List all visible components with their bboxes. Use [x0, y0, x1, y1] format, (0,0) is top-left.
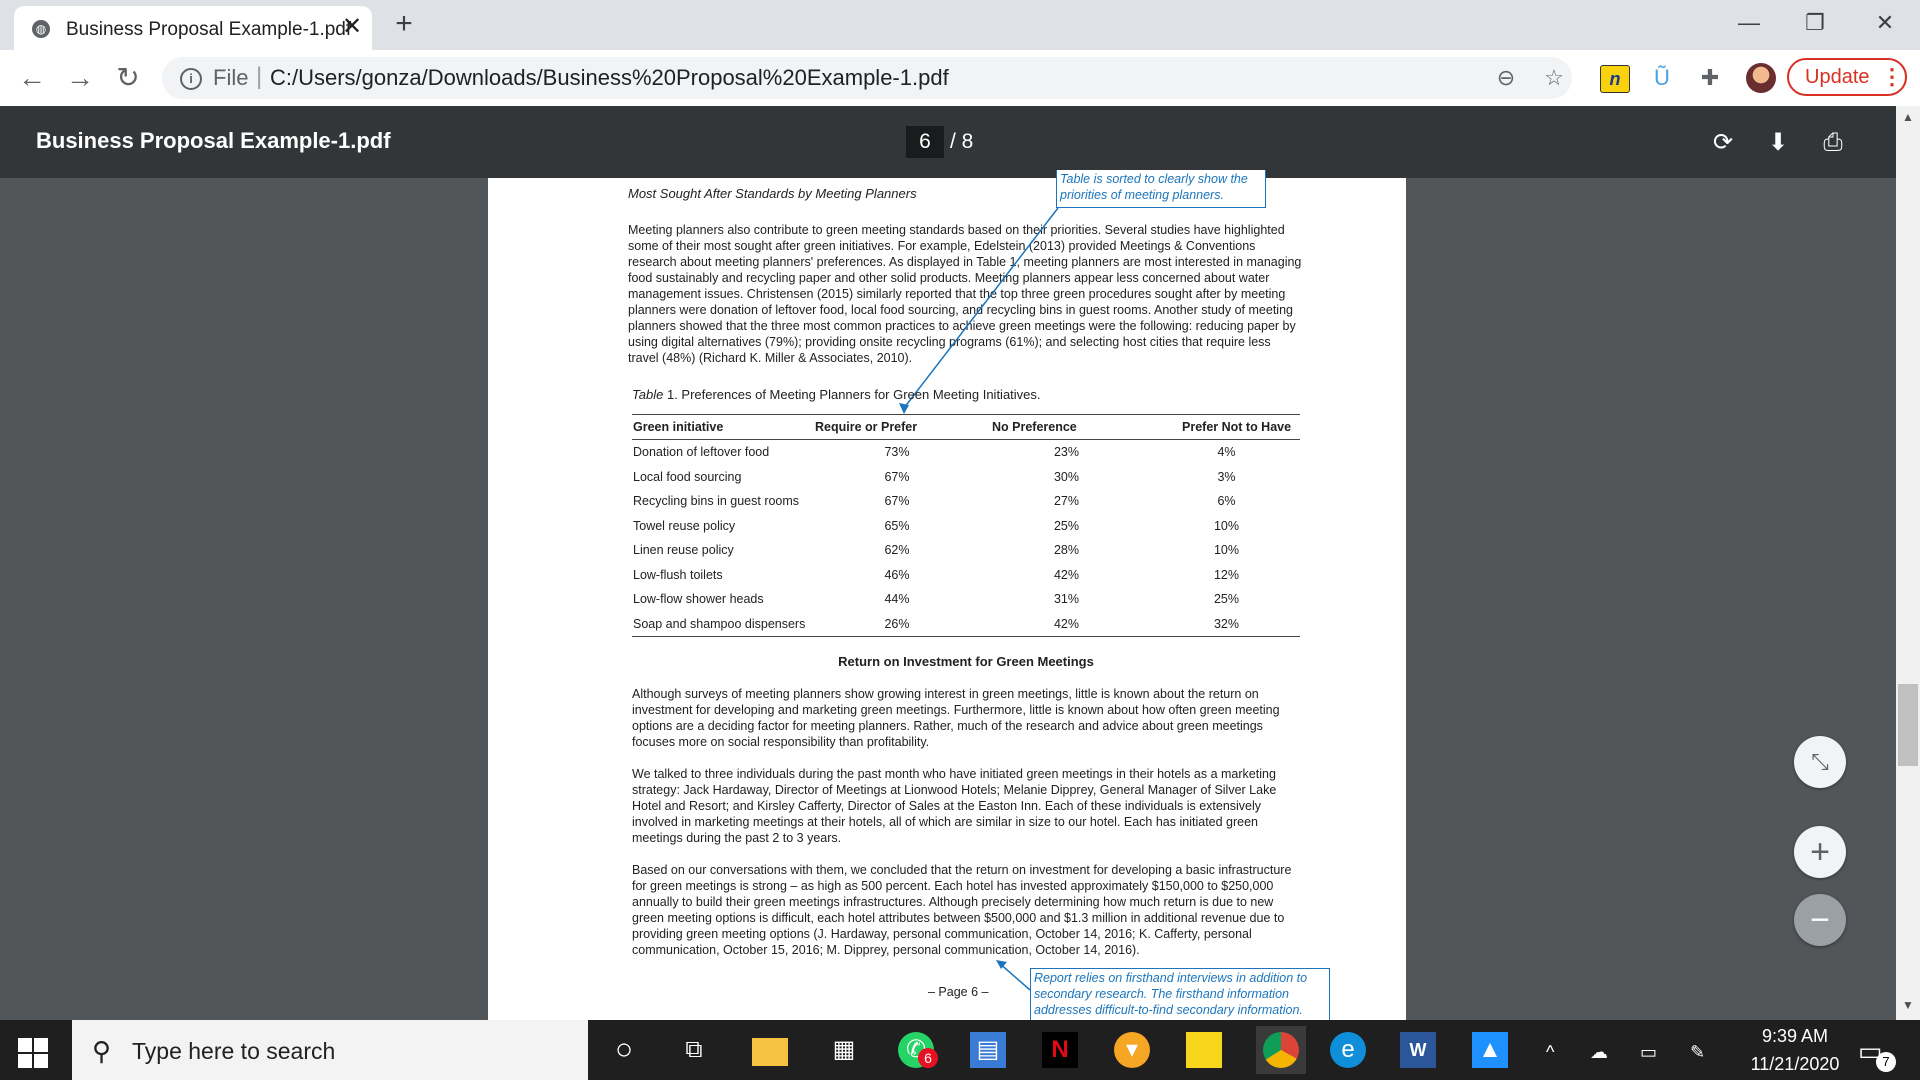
table-cell: Donation of leftover food: [633, 445, 770, 460]
file-explorer-icon[interactable]: [752, 1038, 788, 1066]
edge-icon[interactable]: e: [1330, 1032, 1366, 1068]
table-row: Recycling bins in guest rooms 67% 27% 6%: [632, 489, 1300, 514]
table-cell: 46%: [884, 567, 910, 582]
table-cell: 3%: [1217, 469, 1236, 484]
store-icon[interactable]: ▦: [826, 1032, 862, 1068]
table-cell: 10%: [1213, 518, 1240, 533]
table-cell: 10%: [1213, 543, 1240, 558]
table-cell: 23%: [1053, 445, 1080, 460]
table-cell: Recycling bins in guest rooms: [633, 494, 800, 509]
table-cell: 32%: [1152, 611, 1300, 637]
scrollbar-thumb[interactable]: [1898, 684, 1918, 766]
paragraph-2: Although surveys of meeting planners sho…: [632, 687, 1280, 749]
photos-icon[interactable]: ▲: [1472, 1032, 1508, 1068]
table-cell: Low-flush toilets: [633, 567, 723, 582]
table-header: Prefer Not to Have: [1152, 414, 1300, 440]
table-cell: 27%: [1053, 494, 1080, 509]
paragraph-4: Based on our conversations with them, we…: [632, 863, 1292, 957]
page-footer: – Page 6 –: [928, 985, 989, 999]
table-cell: 12%: [1213, 567, 1240, 582]
table-header-row: Green initiative Require or Prefer No Pr…: [632, 414, 1300, 440]
table-row: Towel reuse policy 65% 25% 10%: [632, 514, 1300, 539]
netflix-icon[interactable]: N: [1042, 1032, 1078, 1068]
table-cell: 25%: [1053, 518, 1080, 533]
table-cell: 31%: [1053, 592, 1080, 607]
table-cell: 6%: [1217, 494, 1236, 509]
table-header: Green initiative: [632, 414, 813, 440]
table-cell: 42%: [980, 611, 1152, 637]
table-row: Low-flush toilets 46% 42% 12%: [632, 563, 1300, 588]
table-cell: 44%: [884, 592, 910, 607]
table-header: No Preference: [980, 414, 1152, 440]
scroll-down-arrow-icon[interactable]: ▼: [1902, 998, 1914, 1012]
table-row: Low-flow shower heads 44% 31% 25%: [632, 587, 1300, 612]
table-caption-label: Table: [632, 387, 664, 402]
paragraph-3: We talked to three individuals during th…: [632, 767, 1277, 845]
task-view-icon[interactable]: ⧉: [676, 1032, 712, 1068]
clock-time[interactable]: 9:39 AM: [1750, 1026, 1840, 1047]
search-placeholder[interactable]: Type here to search: [132, 1038, 335, 1065]
table-row: Linen reuse policy 62% 28% 10%: [632, 538, 1300, 563]
callout-bottom-text: Report relies on firsthand interviews in…: [1034, 971, 1308, 1017]
preferences-table: Green initiative Require or Prefer No Pr…: [632, 414, 1300, 637]
table-row: Donation of leftover food 73% 23% 4%: [632, 440, 1300, 465]
clock-date[interactable]: 11/21/2020: [1740, 1054, 1850, 1075]
zoom-in-button[interactable]: +: [1794, 826, 1846, 878]
search-icon: ⚲: [92, 1036, 112, 1066]
table-cell: 67%: [884, 494, 910, 509]
table-cell: 65%: [884, 518, 910, 533]
callout-bottom: Report relies on firsthand interviews in…: [1030, 968, 1330, 1020]
table-cell: 67%: [884, 469, 910, 484]
cortana-icon[interactable]: ○: [606, 1032, 642, 1068]
table-row: Soap and shampoo dispensers 26% 42% 32%: [632, 611, 1300, 637]
table-caption-text: 1. Preferences of Meeting Planners for G…: [663, 387, 1041, 402]
tablet-icon[interactable]: ▭: [1640, 1042, 1657, 1063]
table-cell: 42%: [1053, 567, 1080, 582]
table-cell: Soap and shampoo dispensers: [632, 611, 813, 637]
table-cell: 28%: [1053, 543, 1080, 558]
sticky-notes-icon[interactable]: [1186, 1032, 1222, 1068]
windows-start-icon[interactable]: [18, 1038, 48, 1068]
table-cell: 30%: [1053, 469, 1080, 484]
scrollbar[interactable]: [1896, 106, 1920, 1020]
chrome-icon[interactable]: [1263, 1032, 1299, 1068]
table-header: Require or Prefer: [813, 414, 980, 440]
table-cell: Low-flow shower heads: [633, 592, 764, 607]
table-cell: 25%: [1213, 592, 1240, 607]
notification-count: 7: [1876, 1052, 1896, 1072]
table-cell: Local food sourcing: [633, 469, 742, 484]
whatsapp-badge: 6: [918, 1048, 938, 1068]
roi-heading: Return on Investment for Green Meetings: [838, 654, 1094, 669]
table-cell: Towel reuse policy: [633, 518, 736, 533]
onedrive-icon[interactable]: ☁: [1590, 1042, 1608, 1063]
calendar-icon[interactable]: ▤: [970, 1032, 1006, 1068]
tray-chevron-icon[interactable]: ^: [1546, 1042, 1554, 1063]
scroll-up-arrow-icon[interactable]: ▲: [1902, 110, 1914, 124]
fit-to-page-icon[interactable]: ⤡: [1794, 736, 1846, 788]
table-cell: 26%: [813, 611, 980, 637]
table-row: Local food sourcing 67% 30% 3%: [632, 465, 1300, 490]
vpn-shield-icon[interactable]: ▾: [1114, 1032, 1150, 1068]
table-cell: 73%: [884, 445, 910, 460]
word-icon[interactable]: W: [1400, 1032, 1436, 1068]
pen-icon[interactable]: ✎: [1690, 1042, 1705, 1063]
zoom-out-button[interactable]: −: [1794, 894, 1846, 946]
table-cell: 62%: [884, 543, 910, 558]
table-cell: Linen reuse policy: [633, 543, 734, 558]
table-caption: Table 1. Preferences of Meeting Planners…: [632, 387, 1041, 403]
table-cell: 4%: [1217, 445, 1236, 460]
